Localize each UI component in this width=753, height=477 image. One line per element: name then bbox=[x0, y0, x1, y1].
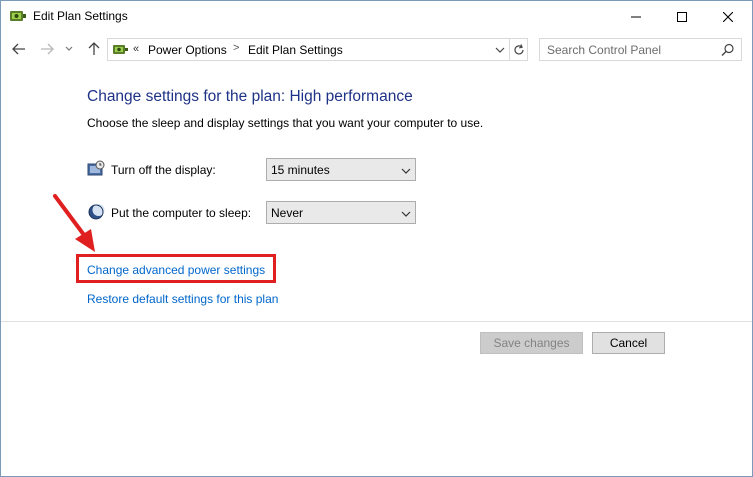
chevron-down-icon bbox=[401, 165, 411, 175]
refresh-button[interactable] bbox=[510, 38, 528, 61]
restore-default-settings-link[interactable]: Restore default settings for this plan bbox=[87, 292, 278, 306]
up-arrow-icon bbox=[88, 42, 100, 55]
sleep-timeout-value: Never bbox=[271, 206, 304, 220]
sleep-timeout-select[interactable]: Never bbox=[266, 201, 416, 224]
page-subtitle: Choose the sleep and display settings th… bbox=[87, 116, 484, 130]
up-button[interactable] bbox=[85, 39, 103, 59]
breadcrumb-overflow[interactable]: « bbox=[133, 43, 139, 55]
footer-divider bbox=[1, 321, 752, 322]
back-button[interactable] bbox=[10, 39, 28, 59]
edit-plan-settings-window: Edit Plan Settings « Power Options > Edi… bbox=[0, 0, 753, 477]
display-timeout-select[interactable]: 15 minutes bbox=[266, 158, 416, 181]
chevron-down-icon bbox=[401, 208, 411, 218]
save-changes-button[interactable]: Save changes bbox=[480, 332, 583, 354]
breadcrumb-power-options[interactable]: Power Options bbox=[148, 43, 227, 57]
recent-locations-button[interactable] bbox=[63, 39, 75, 59]
forward-button[interactable] bbox=[38, 39, 56, 59]
close-button[interactable] bbox=[705, 1, 751, 32]
power-options-icon bbox=[111, 41, 129, 58]
display-setting-label: Turn off the display: bbox=[111, 163, 216, 177]
search-input[interactable] bbox=[540, 39, 715, 60]
close-icon bbox=[723, 11, 733, 22]
monitor-clock-icon bbox=[87, 160, 105, 178]
page-title: Change settings for the plan: High perfo… bbox=[87, 88, 413, 105]
minimize-button[interactable] bbox=[613, 1, 659, 32]
address-bar[interactable]: « Power Options > Edit Plan Settings bbox=[107, 38, 510, 61]
chevron-down-icon bbox=[495, 47, 505, 53]
address-dropdown-button[interactable] bbox=[494, 44, 506, 56]
search-box[interactable] bbox=[539, 38, 742, 61]
change-advanced-power-settings-link[interactable]: Change advanced power settings bbox=[87, 263, 265, 277]
minimize-icon bbox=[631, 16, 641, 17]
breadcrumb-edit-plan-settings[interactable]: Edit Plan Settings bbox=[248, 43, 343, 57]
display-timeout-value: 15 minutes bbox=[271, 163, 330, 177]
annotation-arrow-icon bbox=[53, 194, 95, 252]
chevron-down-icon bbox=[65, 46, 73, 51]
maximize-icon bbox=[677, 11, 687, 22]
sleep-setting-label: Put the computer to sleep: bbox=[111, 206, 252, 220]
navigation-bar: « Power Options > Edit Plan Settings bbox=[1, 34, 752, 64]
refresh-icon bbox=[513, 43, 524, 54]
forward-arrow-icon bbox=[41, 43, 54, 55]
search-icon[interactable] bbox=[721, 43, 735, 57]
cancel-button[interactable]: Cancel bbox=[592, 332, 665, 354]
power-options-icon bbox=[9, 8, 27, 24]
window-title: Edit Plan Settings bbox=[33, 9, 128, 23]
breadcrumb-separator[interactable]: > bbox=[233, 42, 239, 54]
back-arrow-icon bbox=[12, 43, 25, 55]
maximize-button[interactable] bbox=[659, 1, 705, 32]
title-bar: Edit Plan Settings bbox=[1, 1, 752, 32]
